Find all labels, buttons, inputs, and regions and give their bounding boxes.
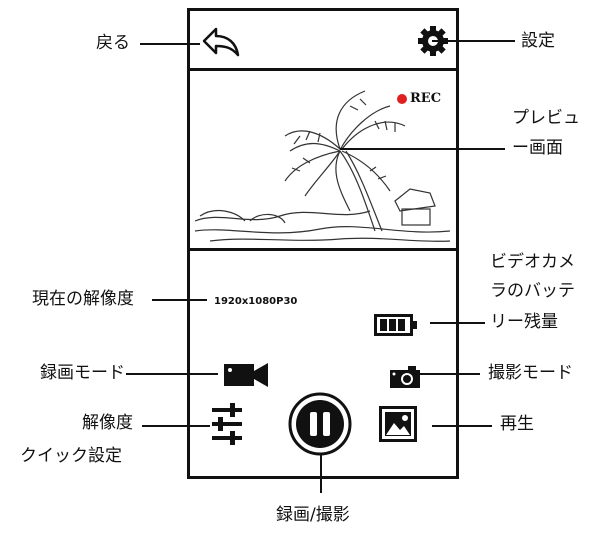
back-arrow-icon: [202, 27, 240, 57]
leader-record: [320, 455, 322, 493]
pause-icon: [288, 392, 352, 456]
current-resolution-text: 1920x1080P30: [214, 296, 298, 307]
back-button[interactable]: [200, 25, 242, 57]
camera-app-screen: REC 1920x1080P30: [187, 8, 459, 479]
callout-battery-line3: リー残量: [490, 312, 558, 332]
callout-settings: 設定: [521, 31, 555, 51]
callout-video-mode: 録画モード: [40, 363, 125, 383]
leader-resolution: [152, 299, 207, 301]
leader-playback: [432, 425, 492, 427]
video-mode-button[interactable]: [224, 362, 268, 388]
callout-record-shoot: 録画/撮影: [276, 505, 350, 525]
playback-button[interactable]: [379, 406, 417, 442]
leader-preview: [340, 148, 505, 150]
callout-current-resolution: 現在の解像度: [32, 289, 134, 309]
callout-preview-line2: ー画面: [512, 138, 563, 158]
callout-battery-line2: ラのバッテ: [490, 281, 575, 301]
callout-preview-line1: プレビュ: [512, 108, 580, 128]
preview-area: REC: [190, 71, 456, 248]
video-camera-icon: [224, 363, 268, 387]
leader-video-mode: [126, 373, 218, 375]
callout-back: 戻る: [96, 33, 130, 53]
leader-settings: [432, 40, 515, 42]
resolution-quick-settings-button[interactable]: [210, 403, 244, 445]
callout-quick-settings-line2: クイック設定: [20, 446, 122, 466]
leader-battery: [430, 322, 485, 324]
battery-icon: [374, 314, 417, 336]
camera-icon: [390, 366, 420, 388]
battery-indicator: [374, 314, 420, 336]
rec-indicator: REC: [410, 91, 442, 106]
callout-photo-mode: 撮影モード: [488, 363, 573, 383]
leader-back: [140, 43, 200, 45]
leader-photo-mode: [420, 373, 480, 375]
image-gallery-icon: [379, 406, 417, 442]
preview-divider: [190, 248, 456, 251]
leader-quick-settings: [142, 425, 210, 427]
callout-battery-line1: ビデオカメ: [490, 252, 575, 272]
callout-playback: 再生: [500, 414, 534, 434]
record-shoot-button[interactable]: [288, 392, 352, 456]
photo-mode-button[interactable]: [390, 366, 420, 388]
rec-dot: [397, 94, 407, 104]
callout-quick-settings-line1: 解像度: [82, 413, 133, 433]
sliders-icon: [212, 403, 242, 445]
